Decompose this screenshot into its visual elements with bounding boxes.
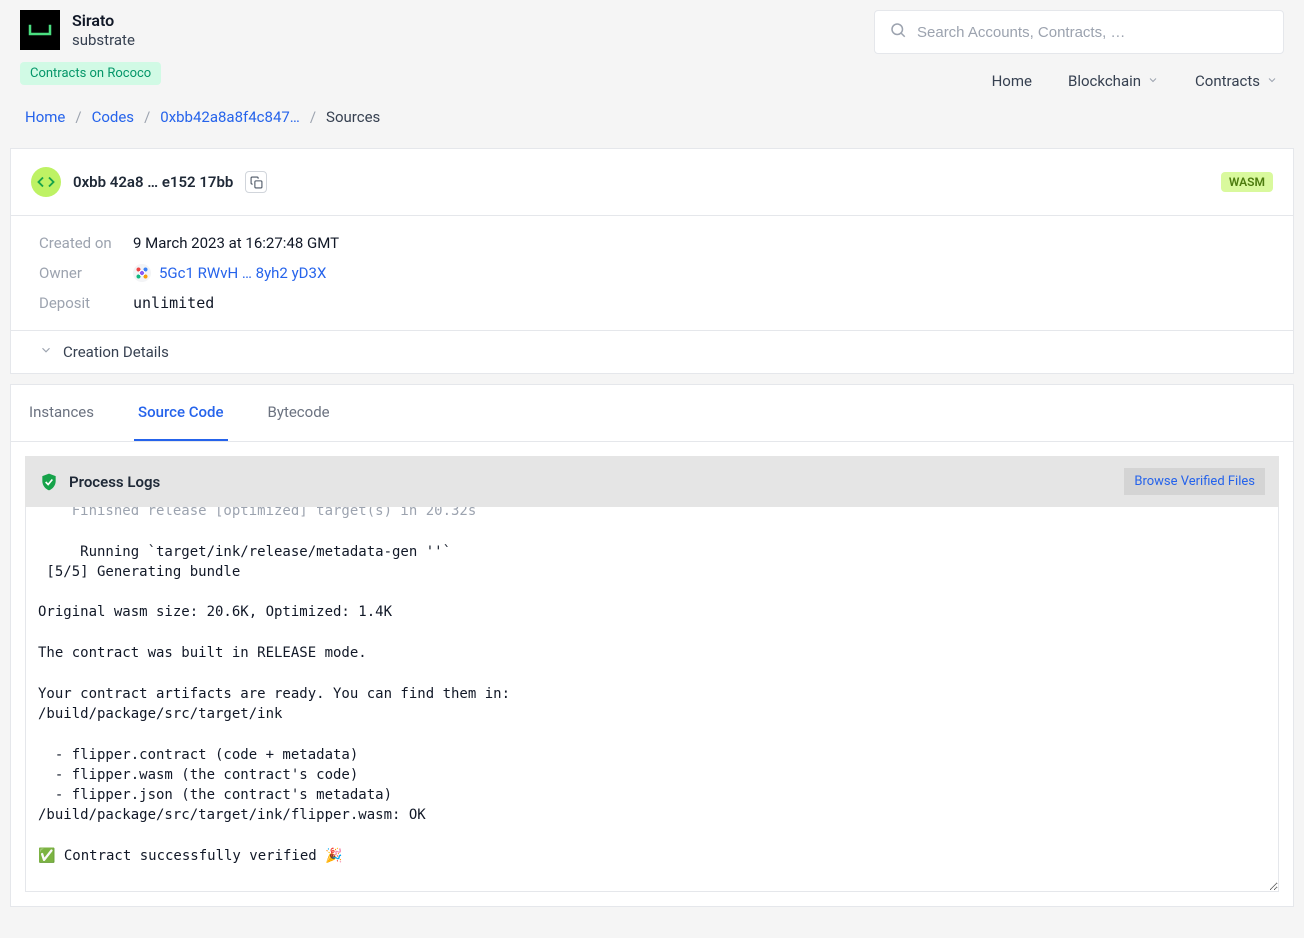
creation-details-toggle[interactable]: Creation Details [11,331,1293,373]
meta-owner: Owner 5Gc1 RWvH … 8yh2 yD3X [39,264,1265,282]
log-line: Finished release [optimized] target(s) i… [38,507,1266,521]
tab-source-code[interactable]: Source Code [134,385,227,441]
log-line: - flipper.contract (code + metadata) [38,747,358,763]
process-logs-header: Process Logs Browse Verified Files [25,456,1279,507]
breadcrumb-current: Sources [326,108,380,126]
log-line: /build/package/src/target/ink/flipper.wa… [38,807,426,823]
code-detail-card: Instances Source Code Bytecode Process L… [10,384,1294,907]
meta-owner-label: Owner [39,264,119,282]
log-line: Original wasm size: 20.6K, Optimized: 1.… [38,604,392,620]
breadcrumb-sep: / [144,108,150,126]
breadcrumb-sep: / [310,108,316,126]
nav-blockchain-label: Blockchain [1068,72,1141,90]
process-logs-title: Process Logs [69,473,160,491]
log-line: Running `target/ink/release/metadata-gen… [38,544,451,560]
tab-instances[interactable]: Instances [25,385,98,441]
meta-created-value: 9 March 2023 at 16:27:48 GMT [133,234,339,252]
header: Sirato substrate Contracts on Rococo Hom… [0,0,1304,90]
search-box[interactable] [874,10,1284,54]
nav-contracts[interactable]: Contracts [1195,72,1278,90]
nav-home[interactable]: Home [992,72,1032,90]
code-summary-card: 0xbb 42a8 … e152 17bb WASM Created on 9 … [10,148,1294,374]
meta-created: Created on 9 March 2023 at 16:27:48 GMT [39,234,1265,252]
log-line: [5/5] Generating bundle [38,564,240,580]
search-icon [889,21,907,43]
meta-created-label: Created on [39,234,119,252]
log-line: /build/package/src/target/ink [38,706,282,722]
browse-verified-files-button[interactable]: Browse Verified Files [1124,468,1265,495]
log-line: The contract was built in RELEASE mode. [38,645,367,661]
process-log-output[interactable]: Finished release [optimized] target(s) i… [25,507,1279,892]
brand-title: Sirato [72,11,135,31]
breadcrumb-hash[interactable]: 0xbb42a8a8f4c847… [160,108,300,126]
nav-blockchain[interactable]: Blockchain [1068,72,1159,90]
log-line: - flipper.json (the contract's metadata) [38,787,392,803]
breadcrumb-sep: / [75,108,81,126]
copy-button[interactable] [245,171,267,193]
nav-contracts-label: Contracts [1195,72,1260,90]
log-line: - flipper.wasm (the contract's code) [38,767,358,783]
chevron-down-icon [1266,72,1278,90]
creation-details-label: Creation Details [63,343,169,361]
brand[interactable]: Sirato substrate [20,10,161,50]
tab-bytecode[interactable]: Bytecode [264,385,334,441]
code-icon [31,167,61,197]
breadcrumb-codes[interactable]: Codes [92,108,134,126]
meta-deposit-value: unlimited [133,294,214,312]
brand-logo-icon [20,10,60,50]
owner-link[interactable]: 5Gc1 RWvH … 8yh2 yD3X [133,264,326,282]
meta-deposit: Deposit unlimited [39,294,1265,312]
identicon-icon [133,264,151,282]
log-line: ✅ Contract successfully verified 🎉 [38,848,343,864]
chevron-down-icon [1147,72,1159,90]
brand-subtitle: substrate [72,31,135,50]
code-hash: 0xbb 42a8 … e152 17bb [73,173,233,191]
log-line: Your contract artifacts are ready. You c… [38,686,510,702]
breadcrumb: Home / Codes / 0xbb42a8a8f4c847… / Sourc… [0,90,1304,148]
network-badge[interactable]: Contracts on Rococo [20,62,161,85]
meta-deposit-label: Deposit [39,294,119,312]
tabs: Instances Source Code Bytecode [11,385,1293,442]
main-nav: Home Blockchain Contracts [992,72,1284,90]
search-input[interactable] [917,24,1269,41]
breadcrumb-home[interactable]: Home [25,108,65,126]
wasm-badge: WASM [1221,172,1273,192]
chevron-down-icon [39,343,53,361]
shield-check-icon [39,472,59,492]
owner-address: 5Gc1 RWvH … 8yh2 yD3X [159,264,326,282]
